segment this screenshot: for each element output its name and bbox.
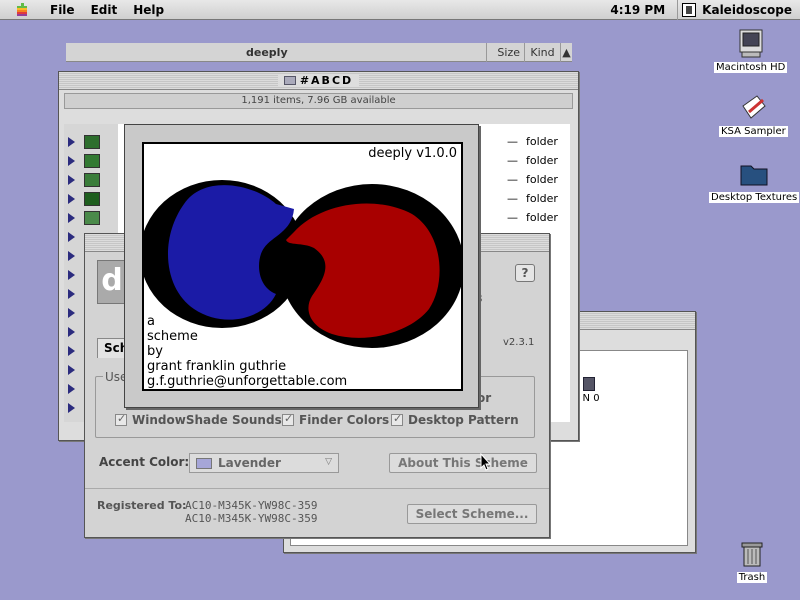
disclosure-triangle-icon[interactable] [68,403,75,413]
disclosure-triangle-icon[interactable] [68,270,75,280]
row-kind: folder [526,173,558,186]
disclosure-triangle-icon[interactable] [68,251,75,261]
credit-line: scheme [147,329,198,344]
apple-menu-icon[interactable] [14,2,30,17]
about-scheme-dialog[interactable]: deeply v1.0.0 a scheme by grant franklin… [124,124,479,408]
accent-color-label: Accent Color: [99,455,190,469]
checkbox-label: WindowShade Sounds [132,413,282,427]
application-menu-label: Kaleidoscope [702,3,792,17]
window-title: #ABCD [299,74,354,87]
checkbox-icon[interactable] [282,412,294,426]
trash-icon [736,538,768,570]
credit-line: a [147,314,155,329]
application-menu[interactable]: Kaleidoscope [678,3,800,17]
disclosure-triangle-icon[interactable] [68,365,75,375]
item-icon[interactable] [583,377,595,391]
sort-direction-icon[interactable]: ▲ [560,43,572,62]
window-titlebar[interactable]: #ABCD [59,72,578,90]
desktop-icon-trash[interactable]: Trash [736,538,768,583]
desktop-icon-label: KSA Sampler [719,126,788,137]
help-button[interactable]: ? [515,264,535,282]
folder-icon [84,135,100,149]
author-email: g.f.guthrie@unforgettable.com [147,374,348,389]
row-kind: folder [526,154,558,167]
desktop-icon-desktop-textures[interactable]: Desktop Textures [709,158,800,203]
desktop-icon-macintosh-hd[interactable]: Macintosh HD [714,28,788,73]
folder-icon [283,76,296,85]
kaleidoscope-logo: d [97,260,127,304]
lavender-swatch-icon [196,457,212,469]
credit-line: by [147,344,163,359]
document-icon [737,92,769,124]
menubar: File Edit Help 4:19 PM Kaleidoscope [0,0,800,20]
chevron-down-icon: ▽ [325,457,332,467]
about-this-scheme-button[interactable]: About This Scheme [389,453,537,473]
version-label: v2.3.1 [503,337,535,348]
accent-color-value: Lavender [218,456,281,470]
menu-edit[interactable]: Edit [83,3,126,17]
registration-code: AC10-M345K-YW98C-359 [185,512,318,525]
disclosure-triangle-icon[interactable] [68,327,75,337]
row-size: — [507,135,518,148]
select-scheme-button[interactable]: Select Scheme... [407,504,537,524]
desktop-icon-label: Macintosh HD [714,62,788,73]
disclosure-triangle-icon[interactable] [68,175,75,185]
kaleidoscope-app-icon [682,3,697,17]
row-size: — [507,173,518,186]
row-size: — [507,192,518,205]
checkbox-finder-colors[interactable]: Finder Colors [282,412,390,427]
column-name[interactable]: deeply [246,43,306,62]
scheme-logo-graphic [144,180,461,348]
checkbox-icon[interactable] [115,412,127,426]
disclosure-triangle-icon[interactable] [68,213,75,223]
finder-info-bar: 1,191 items, 7.96 GB available [64,93,573,109]
checkbox-label: Desktop Pattern [408,413,519,427]
disclosure-triangle-icon[interactable] [68,289,75,299]
folder-icon [738,158,770,190]
disclosure-triangle-icon[interactable] [68,232,75,242]
registration-code: AC10-M345K-YW98C-359 [185,499,318,512]
mouse-pointer-icon [480,453,492,471]
disclosure-triangle-icon[interactable] [68,308,75,318]
folder-icon [84,154,100,168]
folder-icon [84,173,100,187]
author-name: grant franklin guthrie [147,359,287,374]
scheme-version: deeply v1.0.0 [368,146,457,161]
scheme-splash: deeply v1.0.0 a scheme by grant franklin… [142,142,463,391]
menubar-clock[interactable]: 4:19 PM [610,0,679,20]
hard-drive-icon [735,28,767,60]
disclosure-triangle-icon[interactable] [68,156,75,166]
row-size: — [507,211,518,224]
menu-file[interactable]: File [42,3,83,17]
desktop-icon-ksa-sampler[interactable]: KSA Sampler [719,92,788,137]
column-size[interactable]: Size [486,43,524,62]
row-size: — [507,154,518,167]
disclosure-triangle-icon[interactable] [68,346,75,356]
desktop-icon-label: Trash [736,572,768,583]
menu-help[interactable]: Help [125,3,172,17]
registered-to-label: Registered To: [97,499,187,512]
disclosure-triangle-icon[interactable] [68,194,75,204]
row-kind: folder [526,135,558,148]
checkbox-windowshade-sounds[interactable]: WindowShade Sounds [115,412,282,427]
divider [85,488,549,489]
disclosure-triangle-icon[interactable] [68,137,75,147]
column-kind[interactable]: Kind [524,43,560,62]
finder-column-headers: deeply Size Kind ▲ [66,43,572,62]
checkbox-icon[interactable] [391,412,403,426]
desktop-icon-label: Desktop Textures [709,192,800,203]
row-kind: folder [526,192,558,205]
row-kind: folder [526,211,558,224]
disclosure-triangle-icon[interactable] [68,384,75,394]
folder-icon [84,192,100,206]
folder-icon [84,211,100,225]
partial-text: or [477,391,492,405]
checkbox-desktop-pattern[interactable]: Desktop Pattern [391,412,519,427]
checkbox-label: Finder Colors [299,413,390,427]
accent-color-popup[interactable]: Lavender ▽ [189,453,339,473]
